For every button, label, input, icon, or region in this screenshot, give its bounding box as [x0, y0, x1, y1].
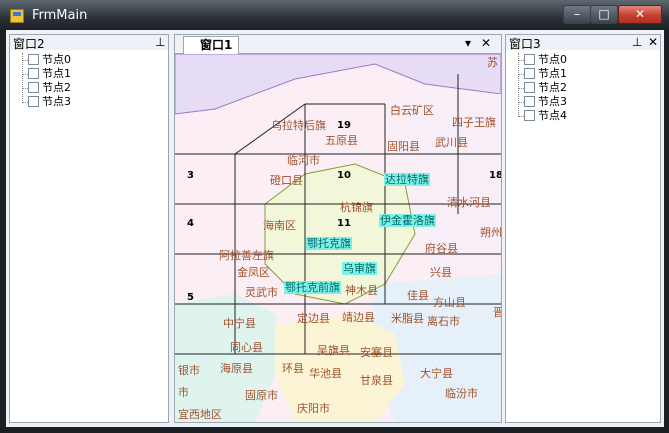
grid-number: 3: [187, 170, 194, 181]
checkbox[interactable]: [524, 82, 535, 93]
place-label: 银市: [178, 363, 200, 377]
tree-node[interactable]: 节点2: [514, 81, 567, 95]
place-label: 定边县: [297, 311, 330, 325]
main-window: FrmMain – □ ✕ 窗口2 ⊥ 节点0 节点1 节点2 节点3 窗口1 …: [0, 0, 669, 433]
place-label: 四子王旗: [452, 115, 496, 129]
place-label: 府谷县: [425, 241, 458, 255]
map-view[interactable]: 苏白云矿区乌拉特后旗 四子王旗五原县 固阳县 武川县临河市磴口县杭锦旗 清水河县海南区朔…: [175, 54, 501, 422]
tree-node[interactable]: 节点3: [18, 95, 71, 109]
place-label: 甘泉县: [360, 373, 393, 387]
checkbox[interactable]: [28, 96, 39, 107]
place-label: 吴旗县: [317, 343, 350, 357]
client-area: 窗口2 ⊥ 节点0 节点1 节点2 节点3 窗口1 ▾ ✕ 苏 白云矿区 乌拉特…: [6, 30, 664, 427]
place-label: 庆阳市: [297, 401, 330, 415]
place-label: 磴口县: [270, 174, 303, 187]
place-label: 环县: [282, 362, 304, 375]
window-title: FrmMain: [32, 8, 88, 23]
pin-icon[interactable]: ⊥: [155, 35, 165, 49]
place-label: 方山县: [433, 295, 466, 309]
tab-strip: 窗口1 ▾ ✕: [175, 35, 501, 55]
place-label: 五原县: [325, 134, 358, 147]
highlighted-place-label: 鄂托克前旗: [285, 280, 340, 294]
highlighted-place-label: 伊金霍洛旗: [380, 213, 435, 227]
grid-number: 5: [187, 292, 194, 303]
tab-close-icon[interactable]: ✕: [481, 36, 491, 50]
place-label: 临河市: [287, 153, 320, 167]
right-panel-title: 窗口3: [509, 37, 541, 51]
place-label: 武川县: [435, 136, 468, 149]
left-panel-title: 窗口2: [13, 37, 45, 51]
tree-node[interactable]: 节点0: [18, 53, 71, 67]
title-bar[interactable]: FrmMain – □ ✕: [0, 0, 669, 30]
grid-number: 19: [337, 120, 351, 131]
place-label: 米脂县: [391, 311, 424, 325]
tree-node[interactable]: 节点0: [514, 53, 567, 67]
place-label: 白云矿区: [390, 103, 434, 117]
grid-number: 10: [337, 170, 351, 181]
tree-node[interactable]: 节点3: [514, 95, 567, 109]
checkbox[interactable]: [28, 68, 39, 79]
map-canvas[interactable]: 苏白云矿区乌拉特后旗 四子王旗五原县 固阳县 武川县临河市磴口县杭锦旗 清水河县海南区朔…: [175, 54, 501, 422]
place-label: 兴县: [430, 266, 452, 279]
place-label: 晋: [493, 306, 501, 319]
place-label: 灵武市: [245, 285, 278, 299]
place-label: 金凤区: [237, 265, 270, 279]
place-label: 宜西地区: [178, 407, 222, 421]
place-label: 海原县: [220, 361, 253, 375]
place-label: 佳县: [407, 288, 429, 302]
document-panel: 窗口1 ▾ ✕ 苏 白云矿区 乌拉特后旗 四子王旗 五原县 固阳县 武川县 临河…: [174, 34, 502, 423]
checkbox[interactable]: [28, 82, 39, 93]
place-label: 同心县: [230, 341, 263, 354]
place-label: 清水河县: [447, 196, 491, 209]
place-label: 朔州: [480, 226, 501, 239]
place-label: 固阳县: [387, 140, 420, 153]
grid-number: 11: [337, 218, 351, 229]
place-label: 杭锦旗: [340, 200, 373, 214]
checkbox[interactable]: [524, 54, 535, 65]
minimize-button[interactable]: –: [563, 5, 591, 24]
checkbox[interactable]: [524, 110, 535, 121]
tree-node[interactable]: 节点1: [514, 67, 567, 81]
grid-number: 18: [489, 170, 501, 181]
tab-window1[interactable]: 窗口1: [183, 36, 240, 55]
place-label: 中宁县: [223, 316, 256, 330]
place-label: 苏: [487, 56, 498, 69]
place-label: 神木县: [345, 283, 378, 297]
right-panel: 窗口3 ⊥ ✕ 节点0 节点1 节点2 节点3 节点4: [505, 34, 661, 423]
checkbox[interactable]: [524, 96, 535, 107]
pin-icon[interactable]: ⊥: [632, 35, 642, 49]
place-label: 市: [178, 385, 189, 399]
tree-node[interactable]: 节点2: [18, 81, 71, 95]
tab-menu-icon[interactable]: ▾: [465, 36, 471, 50]
tree-node[interactable]: 节点1: [18, 67, 71, 81]
maximize-button[interactable]: □: [590, 5, 618, 24]
right-tree: 节点0 节点1 节点2 节点3 节点4: [514, 53, 567, 123]
left-tree: 节点0 节点1 节点2 节点3: [18, 53, 71, 109]
place-label: 阿拉善左旗: [219, 248, 274, 262]
place-label: 华池县: [309, 366, 342, 380]
place-label: 离石市: [427, 314, 460, 328]
checkbox[interactable]: [28, 54, 39, 65]
checkbox[interactable]: [524, 68, 535, 79]
highlighted-place-label: 达拉特旗: [385, 172, 429, 186]
close-icon[interactable]: ✕: [648, 35, 658, 49]
left-panel: 窗口2 ⊥ 节点0 节点1 节点2 节点3: [9, 34, 169, 423]
highlighted-place-label: 乌审旗: [343, 261, 376, 275]
grid-number: 4: [187, 218, 194, 229]
place-label: 靖边县: [342, 311, 375, 324]
close-button[interactable]: ✕: [618, 5, 662, 24]
place-label: 临汾市: [445, 386, 478, 400]
highlighted-place-label: 鄂托克旗: [307, 236, 351, 250]
place-label: 固原市: [245, 388, 278, 402]
place-label: 海南区: [263, 218, 296, 232]
place-label: 大宁县: [420, 366, 453, 380]
app-icon: [10, 9, 24, 23]
place-label: 安塞县: [360, 345, 393, 359]
right-panel-header[interactable]: 窗口3 ⊥ ✕: [506, 35, 660, 51]
tree-node[interactable]: 节点4: [514, 109, 567, 123]
place-label: 乌拉特后旗: [271, 118, 326, 132]
left-panel-header[interactable]: 窗口2 ⊥: [10, 35, 168, 51]
